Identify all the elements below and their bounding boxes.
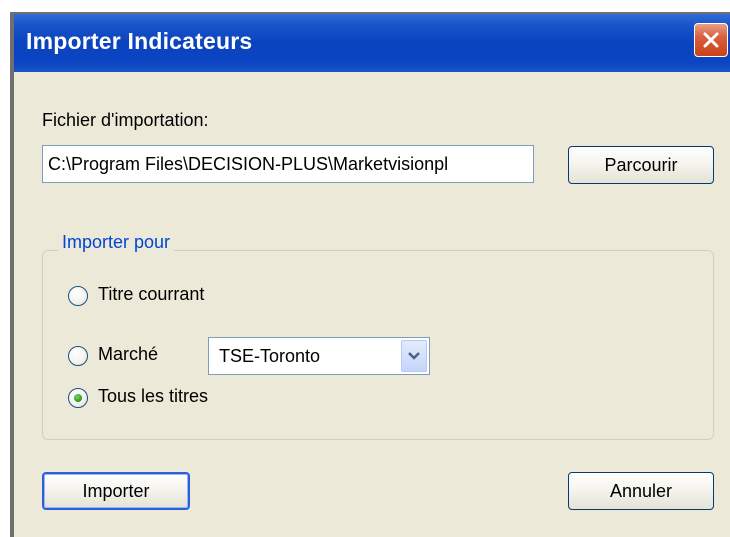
market-select-value: TSE-Toronto xyxy=(219,346,321,366)
import-file-label: Fichier d'importation: xyxy=(42,110,209,130)
market-radio[interactable] xyxy=(68,346,88,366)
close-button[interactable] xyxy=(694,23,728,57)
market-select[interactable]: TSE-Toronto xyxy=(208,337,430,375)
browse-button[interactable]: Parcourir xyxy=(568,146,714,184)
current-title-radio[interactable] xyxy=(68,286,88,306)
import-indicators-dialog: Importer Indicateurs Fichier d'importati… xyxy=(10,12,730,537)
import-file-path-input[interactable]: C:\Program Files\DECISION-PLUS\Marketvis… xyxy=(42,145,534,183)
radio-selected-dot xyxy=(74,394,82,402)
title-bar[interactable]: Importer Indicateurs xyxy=(14,14,730,72)
import-for-legend: Importer pour xyxy=(58,232,175,253)
current-title-label[interactable]: Titre courrant xyxy=(98,284,204,305)
market-select-dropdown-button[interactable] xyxy=(401,340,427,372)
dialog-title: Importer Indicateurs xyxy=(26,28,253,54)
all-titles-label[interactable]: Tous les titres xyxy=(98,386,208,407)
cancel-button[interactable]: Annuler xyxy=(568,472,714,510)
market-label[interactable]: Marché xyxy=(98,344,158,365)
all-titles-radio[interactable] xyxy=(68,388,88,408)
import-button[interactable]: Importer xyxy=(42,472,190,510)
close-icon xyxy=(703,32,719,48)
chevron-down-icon xyxy=(408,352,420,360)
